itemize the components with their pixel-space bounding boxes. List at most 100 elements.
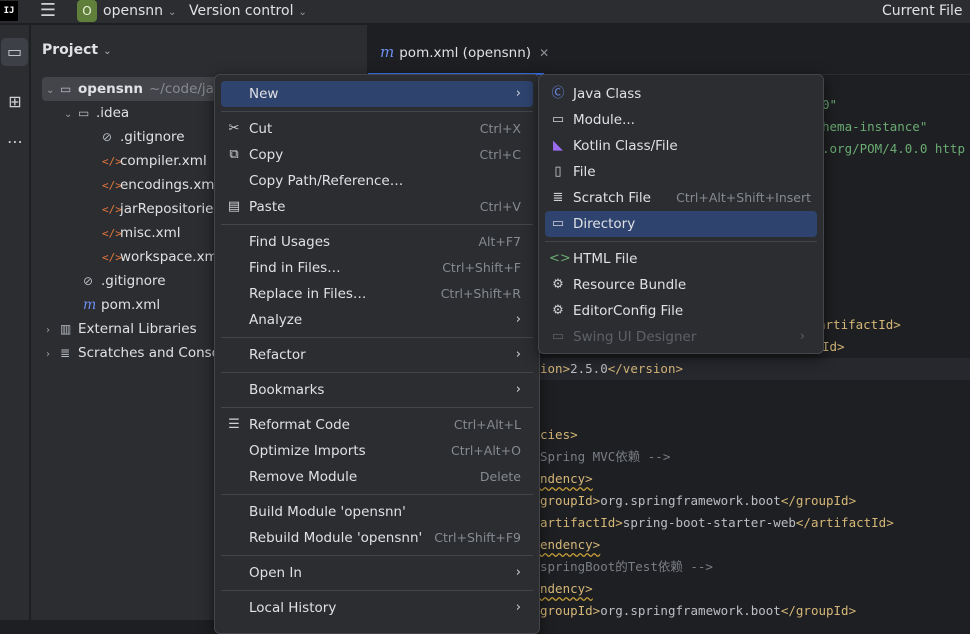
project-panel-title[interactable]: Project ⌄ (42, 42, 111, 58)
tree-item-gitignore-idea[interactable]: ⊘ .gitignore (102, 125, 185, 149)
menu-item-replace-in-files[interactable]: Replace in Files… Ctrl+Shift+R (221, 281, 533, 307)
code-line[interactable]: ndency> (540, 578, 593, 600)
menu-separator (221, 111, 533, 112)
project-badge[interactable]: O (77, 0, 97, 22)
menu-item-copy-path[interactable]: Copy Path/Reference… (221, 168, 533, 194)
tree-item-scratches[interactable]: › ≣ Scratches and Consol (46, 341, 224, 365)
menu-item-local-history[interactable]: Local History › (221, 595, 533, 621)
scratch-file-icon: ≣ (552, 190, 564, 205)
menu-separator (545, 241, 817, 242)
tree-item-external-libraries[interactable]: › ▥ External Libraries (46, 317, 197, 341)
submenu-item-scratch-file[interactable]: ≣ Scratch File Ctrl+Alt+Shift+Insert (545, 185, 817, 211)
submenu-item-kotlin[interactable]: ◣ Kotlin Class/File (545, 133, 817, 159)
folder-icon: ▭ (551, 216, 565, 231)
menu-item-build-module[interactable]: Build Module 'opensnn' (221, 499, 533, 525)
more-tools-icon[interactable]: ⋯ (0, 128, 30, 156)
chevron-right-icon: › (515, 565, 521, 580)
chevron-right-icon[interactable]: › (46, 343, 60, 367)
code-line[interactable]: Id> (822, 336, 845, 358)
chevron-right-icon: › (515, 312, 521, 327)
tree-item-misc-xml[interactable]: </>misc.xml (102, 221, 181, 245)
maven-icon: m (83, 297, 97, 313)
code-line[interactable]: ion>2.5.0</version> (540, 358, 683, 380)
menu-separator (221, 224, 533, 225)
intellij-logo[interactable]: IJ (0, 1, 18, 21)
tree-item-workspace-xml[interactable]: </>workspace.xml (102, 245, 221, 269)
submenu-item-java-class[interactable]: Ⓒ Java Class (545, 81, 817, 107)
submenu-item-module[interactable]: ▭ Module... (545, 107, 817, 133)
scissors-icon: ✂ (228, 121, 240, 136)
tree-item-idea[interactable]: ⌄ ▭ .idea (64, 101, 129, 125)
chevron-down-icon[interactable]: ⌄ (46, 79, 60, 103)
vcs-widget[interactable]: Version control ⌄ (189, 3, 307, 19)
menu-item-bookmarks[interactable]: Bookmarks › (221, 377, 533, 403)
code-line[interactable]: groupId>org.springframework.boot</groupI… (540, 600, 856, 622)
menu-separator (221, 407, 533, 408)
run-config-selector[interactable]: Current File (882, 3, 962, 19)
menu-item-paste[interactable]: ▤ Paste Ctrl+V (221, 194, 533, 220)
menu-item-analyze[interactable]: Analyze › (221, 307, 533, 333)
gear-icon: ⚙ (552, 303, 564, 318)
scratches-icon: ≣ (60, 346, 71, 360)
swing-designer-icon: ▭ (551, 329, 565, 344)
menu-separator (221, 590, 533, 591)
menu-item-optimize-imports[interactable]: Optimize Imports Ctrl+Alt+O (221, 438, 533, 464)
menu-item-cut[interactable]: ✂ Cut Ctrl+X (221, 116, 533, 142)
chevron-down-icon: ⌄ (298, 7, 307, 18)
file-icon: ▯ (554, 164, 562, 179)
menu-item-refactor[interactable]: Refactor › (221, 342, 533, 368)
menu-item-find-in-files[interactable]: Find in Files… Ctrl+Shift+F (221, 255, 533, 281)
ignore-file-icon: ⊘ (102, 130, 113, 144)
menu-separator (221, 555, 533, 556)
chevron-right-icon: › (799, 329, 805, 344)
project-tool-folder-icon[interactable]: ▭ (1, 38, 28, 66)
menu-item-remove-module[interactable]: Remove Module Delete (221, 464, 533, 490)
maven-icon: m (380, 43, 395, 61)
menu-item-copy[interactable]: ⧉ Copy Ctrl+C (221, 142, 533, 168)
code-line[interactable]: artifactId> (818, 314, 901, 336)
menu-item-rebuild-module[interactable]: Rebuild Module 'opensnn' Ctrl+Shift+F9 (221, 525, 533, 551)
code-line[interactable]: Spring MVC依赖 --> (540, 446, 670, 468)
submenu-item-resource-bundle[interactable]: ⚙ Resource Bundle (545, 272, 817, 298)
code-line[interactable]: ndency> (540, 468, 593, 490)
paste-icon: ▤ (227, 199, 241, 214)
submenu-item-html-file[interactable]: <> HTML File (545, 246, 817, 272)
reformat-icon: ☰ (228, 417, 240, 432)
code-line[interactable]: .org/POM/4.0.0 http (822, 138, 965, 160)
code-line[interactable]: hema-instance" (822, 116, 927, 138)
tree-item-pom-xml[interactable]: m pom.xml (83, 293, 160, 317)
tree-item-jarrepositories[interactable]: </>jarRepositories (102, 197, 220, 221)
code-line[interactable]: 0" (822, 94, 837, 116)
editor-tab-label[interactable]: m pom.xml (opensnn) ✕ (380, 43, 549, 61)
main-menu-icon[interactable]: ☰ (38, 2, 58, 22)
code-line[interactable]: groupId>org.springframework.boot</groupI… (540, 490, 856, 512)
menu-item-reformat-code[interactable]: ☰ Reformat Code Ctrl+Alt+L (221, 412, 533, 438)
tree-item-opensnn[interactable]: ⌄ ▭ opensnn ~/code/java (46, 77, 230, 101)
code-line[interactable]: cies> (540, 424, 578, 446)
project-switcher[interactable]: opensnn ⌄ (103, 3, 176, 19)
structure-tool-icon[interactable]: ⊞ (0, 88, 30, 116)
tree-item-gitignore-root[interactable]: ⊘ .gitignore (83, 269, 166, 293)
code-line[interactable]: artifactId>spring-boot-starter-web</arti… (540, 512, 894, 534)
xml-icon: </> (102, 203, 122, 216)
code-line[interactable]: springBoot的Test依赖 --> (540, 556, 713, 578)
vcs-label: Version control (189, 3, 294, 19)
submenu-item-file[interactable]: ▯ File (545, 159, 817, 185)
menu-item-find-usages[interactable]: Find Usages Alt+F7 (221, 229, 533, 255)
xml-icon: </> (102, 227, 122, 240)
java-class-icon: Ⓒ (551, 86, 565, 101)
tree-item-encodings-xml[interactable]: </>encodings.xml (102, 173, 218, 197)
menu-item-open-in[interactable]: Open In › (221, 560, 533, 586)
close-icon[interactable]: ✕ (539, 46, 549, 60)
submenu-item-directory[interactable]: ▭ Directory (545, 211, 817, 237)
code-line[interactable]: endency> (540, 534, 600, 556)
chevron-down-icon[interactable]: ⌄ (64, 103, 78, 127)
module-icon: ▭ (551, 112, 565, 127)
menu-item-new[interactable]: New › (221, 81, 533, 107)
tree-item-compiler-xml[interactable]: </>compiler.xml (102, 149, 207, 173)
menu-separator (221, 372, 533, 373)
xml-icon: </> (102, 155, 122, 168)
xml-icon: </> (102, 179, 122, 192)
submenu-item-editorconfig[interactable]: ⚙ EditorConfig File (545, 298, 817, 324)
chevron-right-icon[interactable]: › (46, 319, 60, 343)
